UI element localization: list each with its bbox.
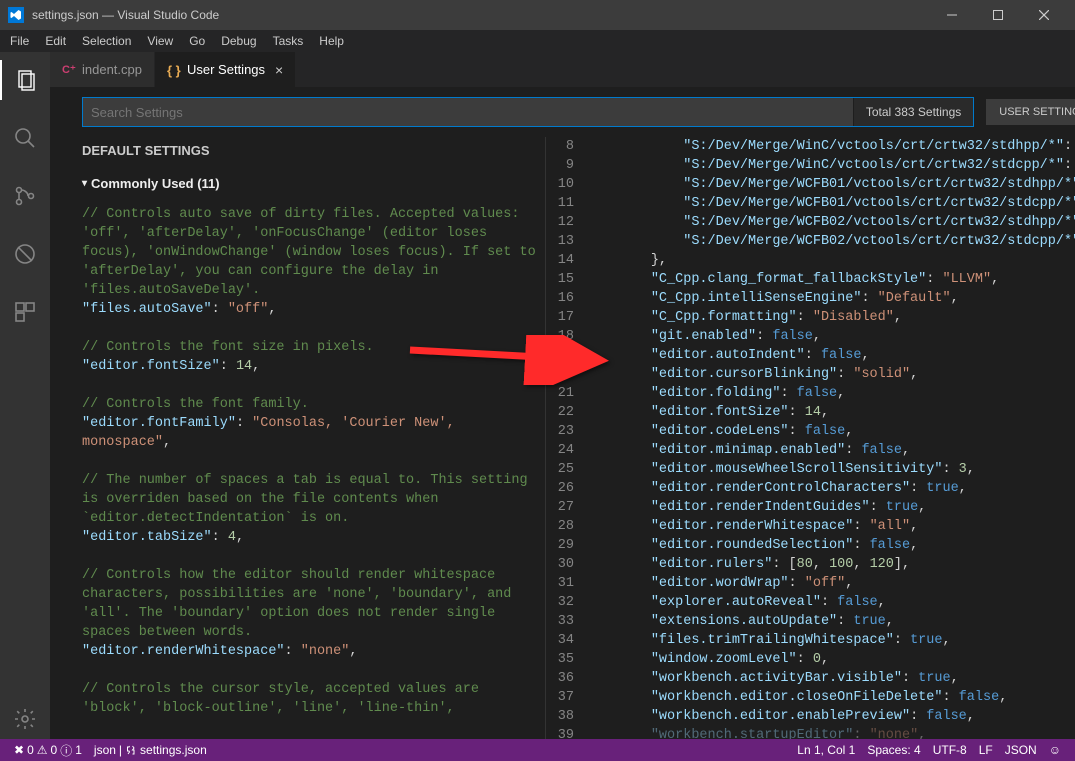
tab-label: indent.cpp [82,62,142,77]
menu-go[interactable]: Go [181,32,213,50]
menu-tasks[interactable]: Tasks [265,32,312,50]
minimize-button[interactable] [929,0,975,30]
status-cursor[interactable]: Ln 1, Col 1 [791,743,861,757]
status-eol[interactable]: LF [973,743,999,757]
tab-user-settings[interactable]: { }User Settings× [155,52,296,87]
vscode-icon [8,7,24,23]
status-editor-path[interactable]: json| settings.json [88,743,213,757]
menubar: FileEditSelectionViewGoDebugTasksHelp [0,30,1075,52]
menu-help[interactable]: Help [311,32,352,50]
explorer-icon[interactable] [0,60,50,100]
status-feedback-icon[interactable]: ☺ [1043,743,1067,757]
status-problems[interactable]: ✖0 ⚠0 ⓘ1 [8,742,88,759]
statusbar: ✖0 ⚠0 ⓘ1 json| settings.json Ln 1, Col 1… [0,739,1075,761]
window-title: settings.json — Visual Studio Code [32,8,219,22]
close-button[interactable] [1021,0,1067,30]
maximize-button[interactable] [975,0,1021,30]
close-icon[interactable]: × [275,62,283,78]
settings-search-box[interactable]: Total 383 Settings [82,97,974,127]
user-settings-editor[interactable]: 8910111213141516171819202122232425262728… [545,137,1075,739]
settings-count: Total 383 Settings [853,98,973,126]
status-indent[interactable]: Spaces: 4 [861,743,926,757]
status-encoding[interactable]: UTF-8 [927,743,973,757]
tab-label: User Settings [187,62,265,77]
menu-edit[interactable]: Edit [37,32,74,50]
status-language[interactable]: JSON [999,743,1043,757]
extensions-icon[interactable] [0,292,50,332]
settings-gear-icon[interactable] [0,699,50,739]
activitybar [0,52,50,739]
menu-view[interactable]: View [139,32,181,50]
section-commonly-used[interactable]: Commonly Used (11) [82,176,545,191]
debug-icon[interactable] [0,234,50,274]
settings-scope-dropdown[interactable]: USER SETTINGS [986,99,1075,125]
search-icon[interactable] [0,118,50,158]
tab-indent.cpp[interactable]: C⁺indent.cpp [50,52,155,87]
settings-search-input[interactable] [83,105,853,120]
source-control-icon[interactable] [0,176,50,216]
default-settings-heading: DEFAULT SETTINGS [82,143,545,158]
menu-selection[interactable]: Selection [74,32,139,50]
default-settings-panel: DEFAULT SETTINGS Commonly Used (11) // C… [50,137,545,739]
titlebar: settings.json — Visual Studio Code [0,0,1075,30]
editor-tabs: C⁺indent.cpp{ }User Settings×⋯ [50,52,1075,87]
menu-debug[interactable]: Debug [213,32,264,50]
menu-file[interactable]: File [2,32,37,50]
